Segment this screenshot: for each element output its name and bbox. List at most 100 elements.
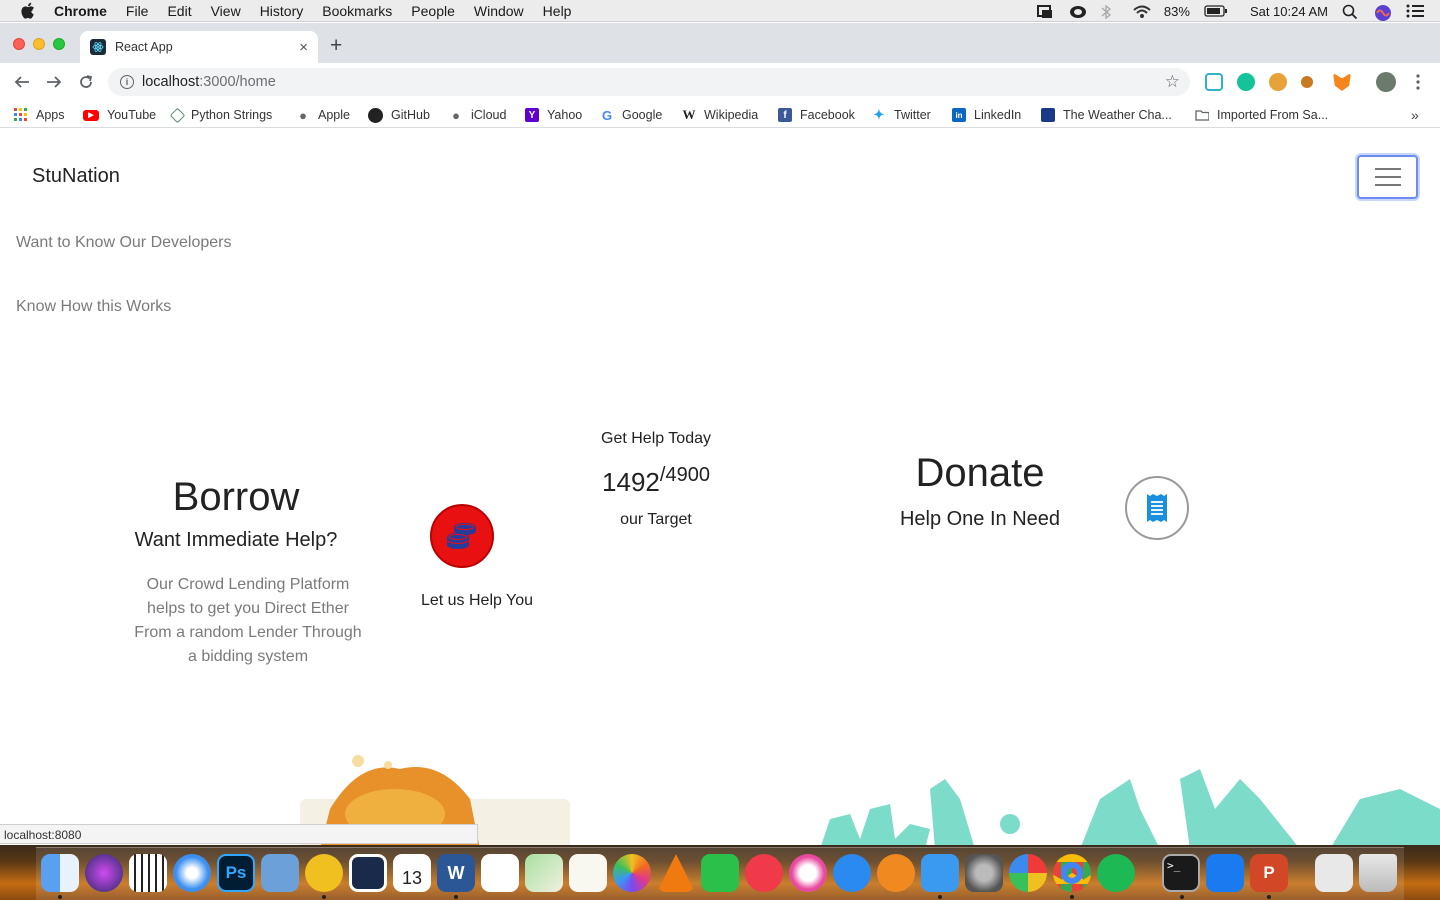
- piano-icon[interactable]: [129, 854, 167, 892]
- running-indicator: [1070, 895, 1074, 899]
- bookmark-icloud[interactable]: ● iCloud: [449, 107, 506, 123]
- bookmark-yahoo[interactable]: Y Yahoo: [525, 107, 582, 123]
- profile-avatar[interactable]: [1376, 72, 1396, 92]
- textedit-icon[interactable]: [569, 854, 607, 892]
- system-preferences-icon[interactable]: [965, 854, 1003, 892]
- trash-icon[interactable]: [1359, 854, 1397, 892]
- app-store-icon[interactable]: [833, 854, 871, 892]
- apple-icon: ●: [299, 107, 307, 123]
- python-icon: [169, 107, 186, 123]
- chrome-icon[interactable]: [1053, 854, 1091, 892]
- bookmark-star-icon[interactable]: ☆: [1165, 72, 1180, 92]
- apple-menu-icon[interactable]: [20, 2, 38, 19]
- battery-icon[interactable]: [1204, 4, 1228, 18]
- bookmark-weather-channel[interactable]: The Weather Cha...: [1041, 107, 1172, 123]
- bookmarks-bar: Apps ▶ YouTube Python Strings ● Apple Gi…: [0, 101, 1440, 128]
- maps-icon[interactable]: [525, 854, 563, 892]
- photoshop-icon[interactable]: Ps: [217, 854, 255, 892]
- bookmark-apps[interactable]: Apps: [14, 107, 65, 123]
- menu-history[interactable]: History: [260, 3, 304, 19]
- cookie-extension-icon[interactable]: [1269, 73, 1287, 91]
- browser-tab[interactable]: React App ×: [80, 31, 318, 63]
- chrome-menu-icon[interactable]: [1408, 72, 1428, 92]
- running-indicator: [58, 895, 62, 899]
- bookmark-facebook[interactable]: f Facebook: [778, 107, 855, 123]
- bookmark-linkedin[interactable]: in LinkedIn: [952, 107, 1021, 123]
- pinwheel-icon[interactable]: [1009, 854, 1047, 892]
- reload-icon[interactable]: [76, 72, 96, 92]
- clock[interactable]: Sat 10:24 AM: [1250, 4, 1328, 19]
- bookmark-google[interactable]: G Google: [600, 107, 662, 123]
- news-icon[interactable]: [745, 854, 783, 892]
- back-arrow-icon[interactable]: [12, 72, 32, 92]
- forward-arrow-icon[interactable]: [44, 72, 64, 92]
- running-indicator: [454, 895, 458, 899]
- bookmark-folder-imported[interactable]: Imported From Sa...: [1195, 107, 1328, 123]
- bookmarks-overflow-icon[interactable]: »: [1411, 107, 1419, 123]
- word-icon[interactable]: W: [437, 854, 475, 892]
- wikipedia-icon: W: [682, 107, 696, 122]
- url-host: localhost: [142, 74, 200, 90]
- safari-icon[interactable]: [173, 854, 211, 892]
- siri-icon[interactable]: [1374, 4, 1392, 21]
- bookmark-label: GitHub: [391, 108, 430, 122]
- bookmark-apple[interactable]: ● Apple: [296, 107, 350, 123]
- translate-extension-icon[interactable]: [1205, 73, 1223, 91]
- finder-icon[interactable]: [41, 854, 79, 892]
- nav-link-developers[interactable]: Want to Know Our Developers: [16, 234, 232, 252]
- bookmark-label: LinkedIn: [974, 108, 1022, 122]
- menu-view[interactable]: View: [211, 3, 241, 19]
- nav-link-how-it-works[interactable]: Know How this Works: [16, 298, 171, 316]
- minimize-window-button[interactable]: [33, 38, 45, 50]
- help-target-count: /4900: [659, 464, 710, 486]
- xcode-icon[interactable]: [1206, 854, 1244, 892]
- address-bar[interactable]: i localhost:3000/home ☆: [108, 68, 1190, 96]
- menu-people[interactable]: People: [411, 3, 455, 19]
- migration-arrow-icon[interactable]: [921, 854, 959, 892]
- siri-icon[interactable]: [85, 854, 123, 892]
- menu-window[interactable]: Window: [474, 3, 524, 19]
- bluetooth-icon[interactable]: [1100, 4, 1118, 20]
- spotify-icon[interactable]: [1097, 854, 1135, 892]
- bookmark-python-strings[interactable]: Python Strings: [169, 107, 272, 123]
- bookmark-youtube[interactable]: ▶ YouTube: [83, 107, 156, 123]
- menu-edit[interactable]: Edit: [167, 3, 191, 19]
- menu-file[interactable]: File: [126, 3, 149, 19]
- menu-app-name[interactable]: Chrome: [54, 3, 107, 19]
- downloads-stack-icon[interactable]: [1315, 854, 1353, 892]
- creative-cloud-icon[interactable]: [1068, 4, 1086, 18]
- reminders-icon[interactable]: [481, 854, 519, 892]
- bookmark-github[interactable]: GitHub: [368, 107, 430, 123]
- borrow-coins-button[interactable]: [430, 504, 494, 568]
- running-indicator: [938, 895, 942, 899]
- facetime-icon[interactable]: [701, 854, 739, 892]
- screen-sharing-icon[interactable]: [349, 854, 387, 892]
- menu-bookmarks[interactable]: Bookmarks: [322, 3, 392, 19]
- books-icon[interactable]: [877, 854, 915, 892]
- donate-receipt-button[interactable]: [1125, 476, 1189, 540]
- powerpoint-icon[interactable]: P: [1250, 854, 1288, 892]
- grammarly-extension-icon[interactable]: [1237, 73, 1255, 91]
- preview-icon[interactable]: [261, 854, 299, 892]
- terminal-icon[interactable]: >_: [1162, 854, 1200, 892]
- wifi-icon[interactable]: [1132, 4, 1151, 18]
- spotlight-search-icon[interactable]: [1342, 4, 1360, 20]
- site-info-icon[interactable]: i: [120, 75, 134, 89]
- photos-icon[interactable]: [613, 854, 651, 892]
- bookmark-twitter[interactable]: ✦ Twitter: [872, 107, 931, 123]
- maximize-window-button[interactable]: [53, 38, 65, 50]
- close-window-button[interactable]: [13, 38, 25, 50]
- brand-logo[interactable]: StuNation: [32, 165, 120, 188]
- navbar-toggle-button[interactable]: [1357, 155, 1418, 199]
- itunes-icon[interactable]: [789, 854, 827, 892]
- menu-help[interactable]: Help: [543, 3, 572, 19]
- tab-close-icon[interactable]: ×: [299, 39, 308, 56]
- genie-lamp-icon[interactable]: [305, 854, 343, 892]
- extension-icon[interactable]: [1301, 76, 1313, 88]
- new-tab-button[interactable]: +: [330, 35, 342, 56]
- screen-mirror-icon[interactable]: [1036, 4, 1054, 18]
- notification-center-icon[interactable]: [1406, 4, 1424, 18]
- calendar-icon[interactable]: 13: [393, 854, 431, 892]
- metamask-fox-icon[interactable]: [1333, 73, 1351, 91]
- bookmark-wikipedia[interactable]: W Wikipedia: [682, 107, 759, 123]
